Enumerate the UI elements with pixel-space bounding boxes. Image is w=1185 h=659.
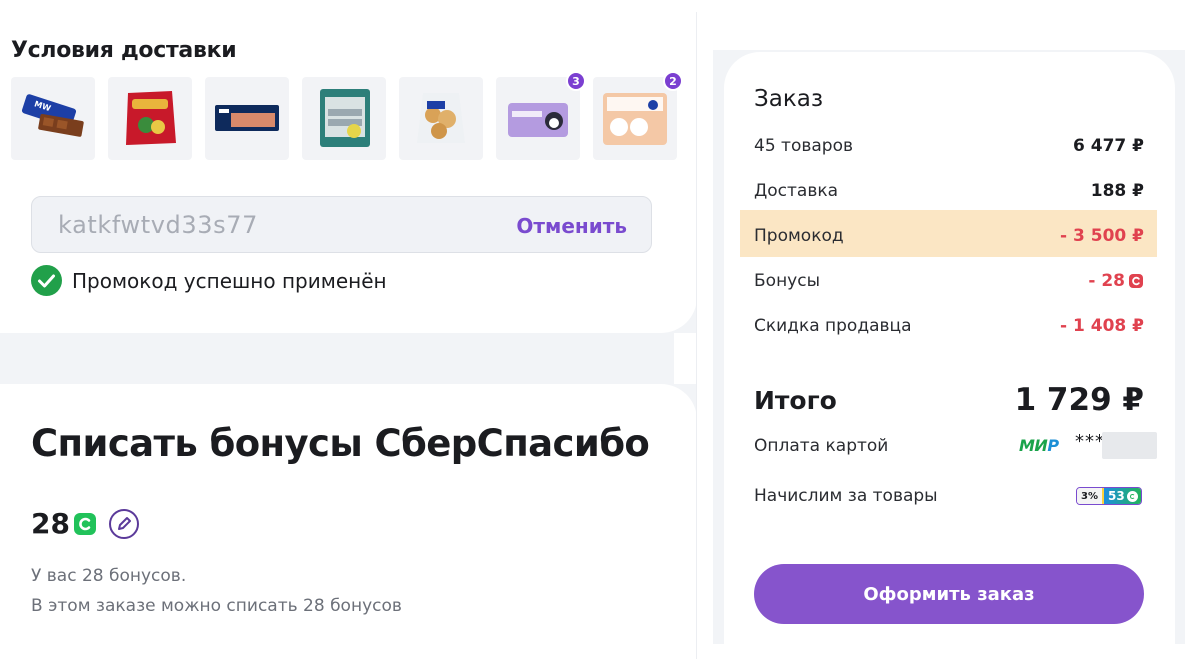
card-number-mask: *** xyxy=(1075,431,1105,452)
promo-discount-value: - 3 500 ₽ xyxy=(1060,226,1144,246)
accrual-percent: 3% xyxy=(1077,488,1104,504)
promo-label: Промокод xyxy=(754,226,844,246)
product-thumb-7[interactable]: 2 xyxy=(593,71,683,160)
bonus-available-text: У вас 28 бонусов. xyxy=(31,566,187,586)
toilet-paper-icon xyxy=(603,93,667,145)
edit-icon[interactable] xyxy=(108,508,140,540)
mir-logo-text-b: Р xyxy=(1047,436,1059,455)
card-number-redacted xyxy=(1102,432,1157,459)
check-circle-icon xyxy=(31,265,62,296)
total-value: 1 729 ₽ xyxy=(1014,382,1144,418)
chocolate-bar-icon: MW xyxy=(21,94,84,137)
quantity-badge: 2 xyxy=(663,71,683,91)
accrual-amount: 53 xyxy=(1107,489,1125,503)
product-thumb-1[interactable]: MW xyxy=(11,77,95,160)
bonus-title: Списать бонусы СберСпасибо xyxy=(31,422,650,465)
napkins-pack-icon xyxy=(508,103,568,137)
delivery-title: Условия доставки xyxy=(11,38,237,63)
accrual-label: Начислим за товары xyxy=(754,486,938,506)
product-thumb-5[interactable] xyxy=(399,77,483,160)
sberspasibo-icon xyxy=(1126,490,1138,502)
product-thumb-4[interactable] xyxy=(302,77,386,160)
items-total-value: 6 477 ₽ xyxy=(1073,136,1144,156)
herring-fillet-icon xyxy=(320,89,370,147)
product-thumb-2[interactable] xyxy=(108,77,192,160)
mir-logo-text-a: МИ xyxy=(1019,436,1048,455)
bonuses-value-row: - 28 xyxy=(1088,271,1143,291)
delivery-value: 188 ₽ xyxy=(1090,181,1144,201)
promo-code-value: katkfwtvd33s77 xyxy=(58,211,258,239)
product-thumb-6[interactable]: 3 xyxy=(496,71,586,160)
product-thumbnails: MW 3 2 xyxy=(11,71,683,160)
promo-success-text: Промокод успешно применён xyxy=(72,268,387,293)
total-label: Итого xyxy=(754,386,837,415)
bonuses-value: - 28 xyxy=(1088,271,1125,291)
payment-label: Оплата картой xyxy=(754,436,889,456)
bonus-spendable-text: В этом заказе можно списать 28 бонусов xyxy=(31,596,402,616)
promo-success-message: Промокод успешно применён xyxy=(31,265,387,296)
fish-pack-icon xyxy=(215,105,279,131)
accrual-badge: 3% 53 xyxy=(1076,487,1142,505)
sberspasibo-icon xyxy=(1129,274,1143,288)
order-title: Заказ xyxy=(754,86,824,112)
card-gap xyxy=(674,333,697,384)
delivery-label: Доставка xyxy=(754,181,839,201)
bonus-amount: 28 xyxy=(31,507,70,540)
bonus-amount-row: 28 xyxy=(31,507,140,540)
sberspasibo-icon xyxy=(73,512,96,535)
promo-cancel-button[interactable]: Отменить xyxy=(516,214,627,238)
mir-logo: МИР xyxy=(1019,436,1059,455)
checkout-button[interactable]: Оформить заказ xyxy=(754,564,1144,624)
bonuses-label: Бонусы xyxy=(754,271,821,291)
pastry-bag-icon xyxy=(417,93,465,143)
promo-code-field[interactable]: katkfwtvd33s77 Отменить xyxy=(31,196,652,253)
product-thumb-3[interactable] xyxy=(205,77,289,160)
column-divider xyxy=(696,12,697,659)
quantity-badge: 3 xyxy=(566,71,586,91)
items-count-label: 45 товаров xyxy=(754,136,853,156)
candy-pack-icon xyxy=(126,91,176,145)
accrual-amount-box: 53 xyxy=(1103,488,1141,504)
seller-discount-value: - 1 408 ₽ xyxy=(1060,316,1144,336)
seller-discount-label: Скидка продавца xyxy=(754,316,912,336)
